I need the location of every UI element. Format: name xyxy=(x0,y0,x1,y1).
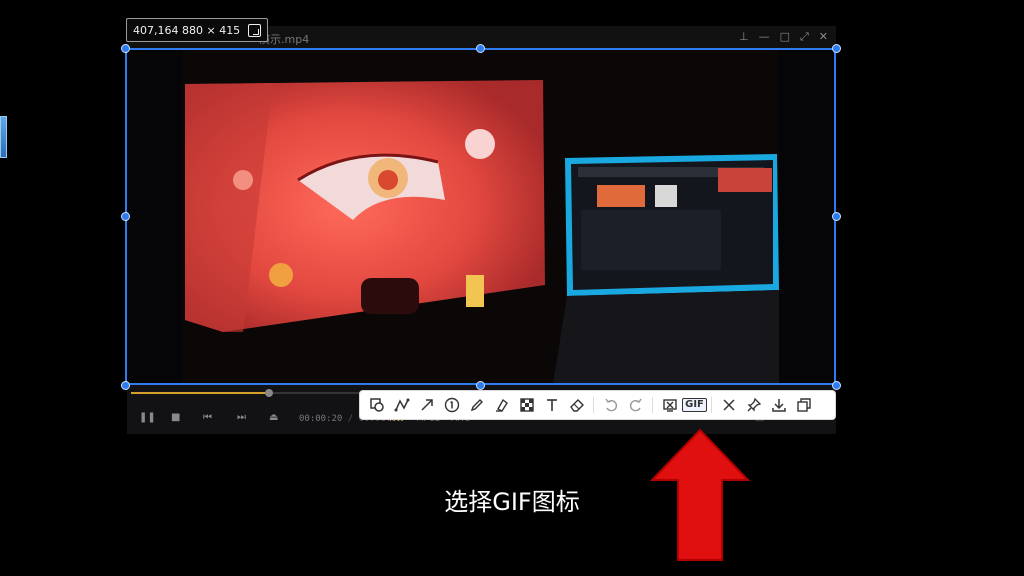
minimize-icon[interactable]: — xyxy=(759,30,770,44)
polyline-icon[interactable] xyxy=(389,393,414,417)
pin-window-icon[interactable]: ⊥ xyxy=(739,30,749,44)
handle-left[interactable] xyxy=(121,212,130,221)
arrow-icon[interactable] xyxy=(414,393,439,417)
number-marker-icon[interactable] xyxy=(439,393,464,417)
close-icon[interactable] xyxy=(716,393,741,417)
resize-icon[interactable] xyxy=(248,23,262,37)
toolbar-divider xyxy=(711,397,712,413)
handle-bottom[interactable] xyxy=(476,381,485,390)
pin-icon[interactable] xyxy=(741,393,766,417)
maximize-icon[interactable]: □ xyxy=(780,30,790,44)
seek-knob[interactable] xyxy=(265,389,273,397)
handle-top-left[interactable] xyxy=(121,44,130,53)
handle-bottom-left[interactable] xyxy=(121,381,130,390)
capture-toolbar: GIF xyxy=(360,391,835,419)
pen-icon[interactable] xyxy=(464,393,489,417)
gif-label: GIF xyxy=(682,398,707,412)
gif-icon[interactable]: GIF xyxy=(682,393,707,417)
window-controls: ⊥ — □ ⤢ ✕ xyxy=(739,30,828,44)
next-icon[interactable]: ⏭ xyxy=(237,412,246,423)
pause-icon[interactable]: ❚❚ xyxy=(139,412,156,423)
instruction-caption: 选择GIF图标 xyxy=(444,488,580,516)
redo-icon[interactable] xyxy=(623,393,648,417)
close-window-icon[interactable]: ✕ xyxy=(819,30,828,44)
handle-bottom-right[interactable] xyxy=(832,381,841,390)
current-time: 00:00:20 xyxy=(299,414,343,424)
capture-selection-box[interactable] xyxy=(125,48,836,385)
mosaic-icon[interactable] xyxy=(514,393,539,417)
toolbar-divider xyxy=(593,397,594,413)
selection-size-badge: 407,164 880 × 415 xyxy=(126,18,269,42)
copy-icon[interactable] xyxy=(791,393,816,417)
text-icon[interactable] xyxy=(539,393,564,417)
toolbar-divider xyxy=(652,397,653,413)
handle-top-right[interactable] xyxy=(832,44,841,53)
undo-icon[interactable] xyxy=(598,393,623,417)
left-edge-thumbnail xyxy=(0,116,7,158)
handle-top[interactable] xyxy=(476,44,485,53)
seek-progress xyxy=(131,392,268,394)
download-icon[interactable] xyxy=(766,393,791,417)
stop-icon[interactable]: ■ xyxy=(171,412,180,423)
eraser-icon[interactable] xyxy=(564,393,589,417)
shape-icon[interactable] xyxy=(364,393,389,417)
fullscreen-icon[interactable]: ⤢ xyxy=(800,30,809,44)
eject-icon[interactable]: ⏏ xyxy=(269,412,278,423)
previous-icon[interactable]: ⏮ xyxy=(203,412,212,423)
screen-record-icon[interactable] xyxy=(657,393,682,417)
handle-right[interactable] xyxy=(832,212,841,221)
selection-size-label: 407,164 880 × 415 xyxy=(133,23,241,37)
marker-icon[interactable] xyxy=(489,393,514,417)
